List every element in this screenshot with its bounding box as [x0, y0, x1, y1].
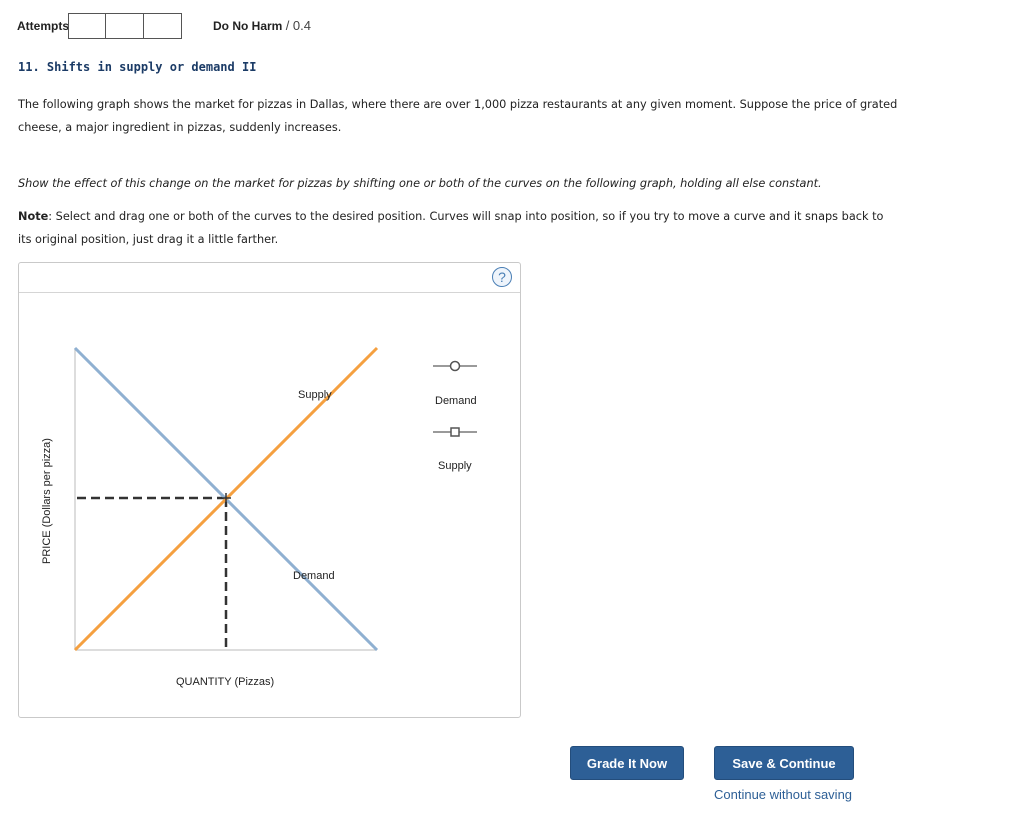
supply-curve-label: Supply: [298, 389, 332, 401]
supply-demand-graph: Supply Demand Demand Supply: [73, 346, 477, 652]
save-and-continue-button[interactable]: Save & Continue: [714, 746, 854, 780]
demand-curve-label: Demand: [293, 570, 335, 582]
square-marker-icon[interactable]: [450, 427, 460, 437]
circle-marker-icon[interactable]: [449, 360, 461, 372]
legend-supply-label: Supply: [438, 460, 472, 472]
legend-demand-label: Demand: [435, 395, 477, 407]
grade-it-now-button[interactable]: Grade It Now: [570, 746, 684, 780]
continue-without-saving-link[interactable]: Continue without saving: [714, 787, 852, 802]
x-axis-label: QUANTITY (Pizzas): [176, 676, 275, 688]
y-axis-label: PRICE (Dollars per pizza): [41, 438, 53, 564]
